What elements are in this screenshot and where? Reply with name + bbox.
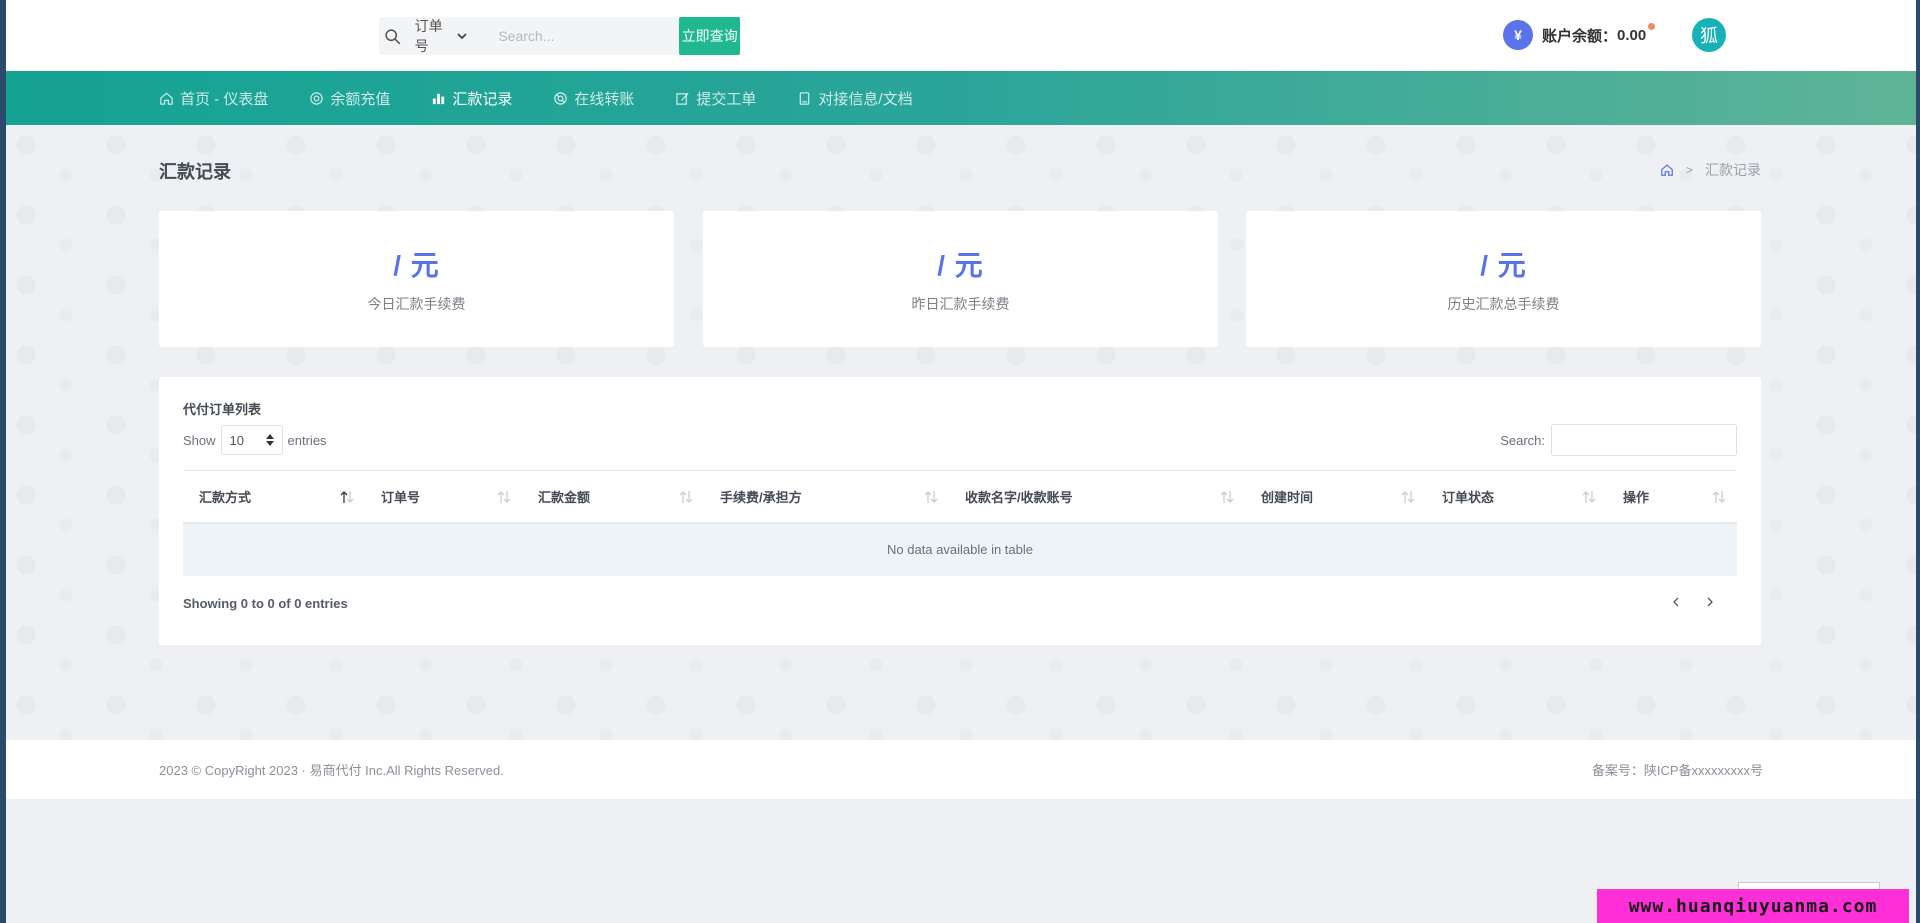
- column-header-label: 汇款金额: [538, 489, 591, 505]
- table-heading: 代付订单列表: [183, 402, 262, 417]
- balance-value: 0.00: [1617, 26, 1647, 44]
- table-header-row: 汇款方式 订单号 汇款金额 手续费/承担方 收款名字/收款账号 创建时间 订单状…: [183, 470, 1737, 523]
- sort-icon: [1220, 491, 1234, 503]
- column-header[interactable]: 订单状态: [1426, 471, 1607, 523]
- column-header-label: 操作: [1623, 489, 1650, 505]
- stat-card-today: / 元 今日汇款手续费: [159, 211, 674, 347]
- entries-label: entries: [287, 432, 327, 448]
- page-length-control: Show 10 entries: [183, 425, 327, 455]
- chevron-left-icon: [1673, 597, 1679, 607]
- lifebuoy-icon: [554, 91, 568, 105]
- stat-label: 今日汇款手续费: [367, 296, 466, 312]
- account-balance[interactable]: ¥ 账户余额： 0.00: [1503, 20, 1656, 50]
- sort-icon: [1712, 491, 1726, 503]
- breadcrumb-current: 汇款记录: [1705, 162, 1761, 178]
- chevron-down-icon: [457, 33, 467, 40]
- show-label: Show: [183, 432, 216, 448]
- window-frame-right: [1916, 0, 1920, 923]
- nav-item-label: 在线转账: [574, 90, 635, 108]
- sort-icon: [924, 491, 938, 503]
- footer-copyright: 2023 © CopyRight 2023 · 易商代付 Inc.All Rig…: [159, 763, 504, 778]
- column-header[interactable]: 手续费/承担方: [704, 471, 949, 523]
- search-button[interactable]: 立即查询: [679, 17, 740, 55]
- nav-item-ticket[interactable]: 提交工单: [675, 88, 756, 109]
- column-header-label: 汇款方式: [199, 489, 252, 505]
- column-header[interactable]: 创建时间: [1245, 471, 1426, 523]
- column-header[interactable]: 汇款金额: [522, 471, 704, 523]
- pagination: [1659, 592, 1727, 612]
- column-header-label: 创建时间: [1261, 489, 1314, 505]
- nav-item-label: 首页 - 仪表盘: [180, 90, 269, 108]
- column-header-label: 订单号: [381, 489, 421, 505]
- table-row: No data available in table: [183, 522, 1737, 576]
- footer-icp: 备案号：陕ICP备xxxxxxxxx号: [1591, 763, 1763, 778]
- column-header-label: 收款名字/收款账号: [965, 489, 1073, 505]
- stat-value: / 元: [1480, 250, 1527, 281]
- search-input[interactable]: [482, 17, 680, 55]
- bar-chart-icon: [433, 93, 445, 104]
- payout-order-table: 汇款方式 订单号 汇款金额 手续费/承担方 收款名字/收款账号 创建时间 订单状…: [183, 470, 1737, 576]
- previous-page-button[interactable]: [1659, 592, 1693, 612]
- main-nav: 首页 - 仪表盘 余额充值 汇款记录 在线转账 提交工单 对接信息/文档: [6, 71, 1916, 125]
- edit-icon: [676, 92, 689, 105]
- sort-icon: [1582, 491, 1596, 503]
- column-header-label: 手续费/承担方: [720, 489, 802, 505]
- stat-value: / 元: [937, 250, 984, 281]
- column-header-label: 订单状态: [1442, 489, 1495, 505]
- home-icon[interactable]: [1660, 163, 1674, 177]
- home-icon: [160, 92, 173, 105]
- stat-label: 历史汇款总手续费: [1447, 296, 1560, 312]
- column-header[interactable]: 操作: [1607, 471, 1737, 523]
- stat-card-history: / 元 历史汇款总手续费: [1246, 211, 1761, 347]
- page-length-select[interactable]: 10: [220, 425, 283, 455]
- footer: 2023 © CopyRight 2023 · 易商代付 Inc.All Rig…: [6, 740, 1916, 799]
- nav-item-label: 对接信息/文档: [818, 90, 913, 108]
- nav-item-dashboard[interactable]: 首页 - 仪表盘: [159, 88, 268, 109]
- sort-asc-icon: [340, 491, 354, 503]
- book-icon: [800, 91, 810, 105]
- corner-widget: [1738, 882, 1880, 889]
- nav-item-remittance-records[interactable]: 汇款记录: [431, 88, 512, 109]
- nav-item-docs[interactable]: 对接信息/文档: [797, 88, 913, 109]
- payout-order-table-card: 代付订单列表 Show 10 entries Search: 汇款方式 订单号 …: [159, 377, 1761, 645]
- balance-label: 账户余额：: [1542, 27, 1618, 45]
- yen-icon: ¥: [1503, 20, 1533, 50]
- column-header[interactable]: 收款名字/收款账号: [949, 471, 1245, 523]
- sort-updown-icon: [265, 434, 274, 446]
- nav-item-recharge[interactable]: 余额充值: [309, 88, 390, 109]
- coin-icon: [310, 91, 324, 105]
- nav-item-transfer[interactable]: 在线转账: [553, 88, 634, 109]
- search-type-value: 订单号: [414, 18, 443, 54]
- table-search: Search:: [1500, 424, 1737, 456]
- stat-label: 昨日汇款手续费: [911, 296, 1010, 312]
- page-length-value: 10: [229, 432, 244, 448]
- sort-icon: [497, 491, 511, 503]
- sort-icon: [1401, 491, 1415, 503]
- search-icon: [379, 17, 407, 55]
- watermark: www.huanqiuyuanma.com: [1597, 889, 1909, 923]
- stat-card-yesterday: / 元 昨日汇款手续费: [703, 211, 1218, 347]
- breadcrumb: > 汇款记录: [1660, 160, 1761, 180]
- nav-item-label: 汇款记录: [452, 90, 513, 108]
- nav-item-label: 提交工单: [696, 90, 757, 108]
- sort-icon: [679, 491, 693, 503]
- chevron-right-icon: >: [1685, 163, 1693, 177]
- page-title: 汇款记录: [159, 162, 231, 182]
- next-page-button[interactable]: [1693, 592, 1727, 612]
- column-header[interactable]: 订单号: [365, 471, 522, 523]
- chevron-right-icon: [1707, 597, 1713, 607]
- column-header[interactable]: 汇款方式: [183, 471, 365, 523]
- topbar: 订单号 立即查询 ¥ 账户余额： 0.00 狐: [6, 0, 1916, 71]
- notification-dot: [1648, 22, 1656, 30]
- nav-item-label: 余额充值: [330, 90, 391, 108]
- empty-table-message: No data available in table: [183, 522, 1737, 576]
- avatar[interactable]: 狐: [1692, 18, 1726, 52]
- header-search: 订单号 立即查询: [379, 17, 740, 55]
- table-search-label: Search:: [1500, 432, 1545, 448]
- search-type-select[interactable]: 订单号: [407, 17, 483, 55]
- stat-value: / 元: [393, 250, 440, 281]
- table-search-input[interactable]: [1551, 424, 1737, 456]
- table-info: Showing 0 to 0 of 0 entries: [183, 596, 348, 611]
